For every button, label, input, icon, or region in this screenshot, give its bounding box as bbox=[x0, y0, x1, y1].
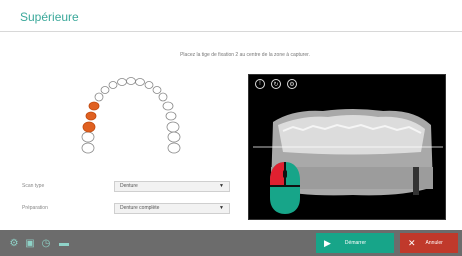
tooth bbox=[94, 92, 104, 102]
scan-type-select[interactable]: Denture ▼ bbox=[114, 180, 230, 192]
tooth bbox=[100, 86, 110, 94]
tooth bbox=[158, 92, 168, 102]
tooth bbox=[162, 101, 174, 111]
window-title: Supérieure bbox=[20, 10, 79, 24]
close-icon: ✕ bbox=[408, 237, 416, 248]
preparation-row: Préparation Denture complète ▼ bbox=[22, 202, 230, 214]
scan-type-row: Scan type Denture ▼ bbox=[22, 180, 230, 192]
tooth bbox=[167, 131, 181, 143]
tooth bbox=[81, 142, 95, 154]
tooth bbox=[85, 111, 97, 121]
info-icon[interactable]: ! bbox=[255, 79, 265, 89]
tooth bbox=[117, 78, 127, 86]
preparation-value: Denture complète bbox=[120, 205, 160, 211]
cancel-button[interactable]: ✕ Annuler bbox=[400, 233, 458, 253]
scan-type-label: Scan type bbox=[22, 183, 45, 189]
start-button[interactable]: ▶ Démarrer bbox=[316, 233, 394, 253]
title-bar: Supérieure bbox=[0, 0, 462, 32]
tooth bbox=[88, 101, 100, 111]
tooth bbox=[166, 121, 180, 133]
tooth bbox=[167, 142, 181, 154]
tooth bbox=[152, 86, 162, 94]
refresh-icon[interactable]: ↻ bbox=[271, 79, 281, 89]
instruction-text: Placez la tige de fixation 2 au centre d… bbox=[180, 52, 310, 58]
tooth bbox=[165, 111, 177, 121]
window-icon[interactable]: ▣ bbox=[24, 237, 36, 249]
scan-window: Supérieure Placez la tige de fixation 2 … bbox=[0, 0, 462, 256]
clock-icon[interactable]: ◷ bbox=[40, 237, 52, 249]
tooth bbox=[108, 81, 118, 89]
caret-down-icon: ▼ bbox=[219, 205, 224, 211]
caret-down-icon: ▼ bbox=[219, 183, 224, 189]
tooth bbox=[126, 77, 136, 85]
tooth bbox=[82, 121, 96, 133]
start-label: Démarrer bbox=[344, 240, 367, 246]
tooth bbox=[81, 131, 95, 143]
play-icon: ▶ bbox=[324, 237, 331, 248]
tooth-chart[interactable] bbox=[60, 70, 210, 170]
scan-type-value: Denture bbox=[120, 183, 138, 189]
tooth bbox=[144, 81, 154, 89]
camera-toolbar: ! ↻ ⚙ bbox=[249, 75, 447, 93]
preparation-label: Préparation bbox=[22, 205, 48, 211]
preparation-select[interactable]: Denture complète ▼ bbox=[114, 202, 230, 214]
tooth bbox=[135, 78, 145, 86]
mouse-left-click-icon bbox=[268, 160, 302, 216]
settings-icon[interactable]: ⚙ bbox=[8, 237, 20, 249]
minimize-icon[interactable]: ▬ bbox=[58, 237, 70, 249]
cancel-label: Annuler bbox=[425, 240, 443, 246]
settings-icon[interactable]: ⚙ bbox=[287, 79, 297, 89]
